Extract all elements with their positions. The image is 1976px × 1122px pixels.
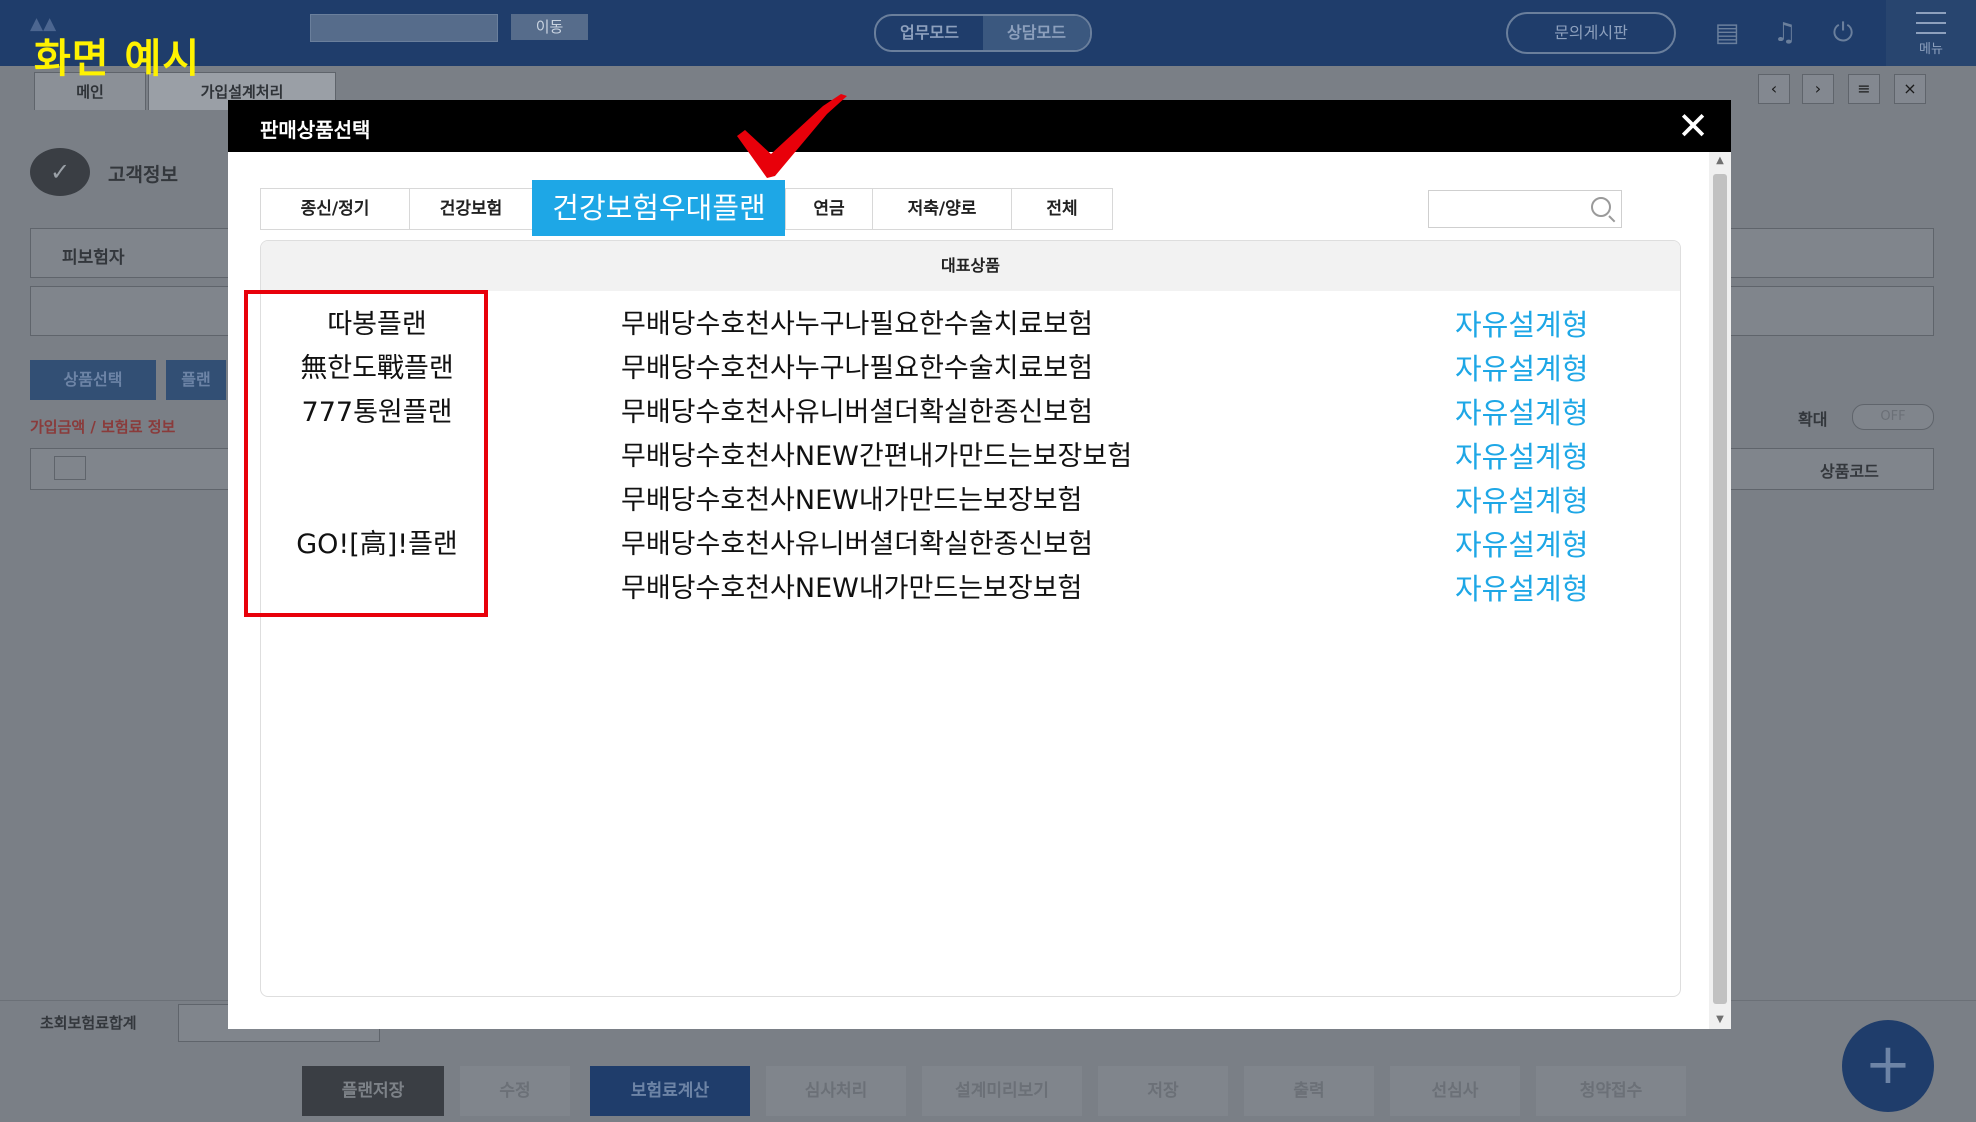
edit-button[interactable]: 수정 bbox=[460, 1066, 570, 1116]
calc-premium-button[interactable]: 보험료계산 bbox=[590, 1066, 750, 1116]
plus-icon[interactable]: + bbox=[1842, 1020, 1934, 1112]
top-bar: ▲▲ 이동 업무모드 상담모드 문의게시판 ▤ ♫ ⏻ 메뉴 bbox=[0, 0, 1976, 66]
plan-highlight-box bbox=[244, 290, 488, 617]
search-icon[interactable] bbox=[1591, 197, 1611, 217]
close-tab-icon[interactable]: × bbox=[1894, 74, 1926, 104]
product-name[interactable]: 무배당수호천사유니버셜더확실한종신보험 bbox=[621, 393, 1093, 433]
category-tabs: 종신/정기 건강보험 건강보험우대플랜 연금 저축/양로 전체 bbox=[260, 180, 1113, 236]
checkmark-annotation-icon bbox=[737, 94, 847, 178]
product-name[interactable]: 무배당수호천사유니버셜더확실한종신보험 bbox=[621, 525, 1093, 565]
product-search-input[interactable] bbox=[1428, 190, 1622, 228]
menu-label: 메뉴 bbox=[1919, 42, 1943, 57]
product-type[interactable]: 자유설계형 bbox=[1455, 349, 1588, 389]
application-submit-button[interactable]: 청약접수 bbox=[1536, 1066, 1686, 1116]
scroll-thumb[interactable] bbox=[1713, 174, 1727, 1004]
product-name[interactable]: 무배당수호천사누구나필요한수술치료보험 bbox=[621, 349, 1093, 389]
save-plan-button[interactable]: 플랜저장 bbox=[302, 1066, 444, 1116]
product-name[interactable]: 무배당수호천사NEW내가만드는보장보험 bbox=[621, 481, 1082, 521]
zoom-label: 확대 bbox=[1798, 410, 1828, 429]
bell-icon[interactable]: ♫ bbox=[1768, 16, 1802, 50]
product-type[interactable]: 자유설계형 bbox=[1455, 525, 1588, 565]
tab-savings[interactable]: 저축/양로 bbox=[872, 188, 1011, 230]
modal-header: 판매상품선택 ✕ bbox=[228, 100, 1731, 152]
product-type[interactable]: 자유설계형 bbox=[1455, 393, 1588, 433]
customer-info-heading: 고객정보 bbox=[108, 164, 178, 186]
amount-info-label: 가입금액 / 보험료 정보 bbox=[30, 418, 176, 436]
list-header: 대표상품 bbox=[261, 241, 1680, 291]
modal-title: 판매상품선택 bbox=[260, 118, 371, 142]
review-button[interactable]: 심사처리 bbox=[766, 1066, 906, 1116]
menu-icon bbox=[1916, 12, 1946, 34]
menu-button[interactable]: 메뉴 bbox=[1886, 0, 1976, 66]
print-button[interactable]: 출력 bbox=[1244, 1066, 1374, 1116]
insured-label: 피보험자 bbox=[62, 248, 125, 268]
power-icon[interactable]: ⏻ bbox=[1826, 16, 1860, 50]
tab-whole-term[interactable]: 종신/정기 bbox=[260, 188, 409, 230]
consult-mode-tab[interactable]: 상담모드 bbox=[983, 16, 1090, 50]
pre-review-button[interactable]: 선심사 bbox=[1390, 1066, 1520, 1116]
calendar-icon[interactable]: ▤ bbox=[1710, 16, 1744, 50]
design-preview-button[interactable]: 설계미리보기 bbox=[922, 1066, 1082, 1116]
modal-scrollbar[interactable]: ▲ ▼ bbox=[1709, 152, 1731, 1029]
tab-all[interactable]: 전체 bbox=[1011, 188, 1113, 230]
product-type[interactable]: 자유설계형 bbox=[1455, 481, 1588, 521]
tab-health-preferred-plan[interactable]: 건강보험우대플랜 bbox=[532, 180, 785, 236]
product-code-header: 상품코드 bbox=[1820, 462, 1879, 481]
scroll-up-icon[interactable]: ▲ bbox=[1709, 152, 1731, 170]
move-input[interactable] bbox=[310, 14, 498, 42]
product-name[interactable]: 무배당수호천사NEW간편내가만드는보장보험 bbox=[621, 437, 1132, 477]
qa-board-button[interactable]: 문의게시판 bbox=[1506, 12, 1676, 54]
store-button[interactable]: 저장 bbox=[1098, 1066, 1228, 1116]
product-select-button[interactable]: 상품선택 bbox=[30, 360, 156, 400]
next-tab-icon[interactable]: › bbox=[1802, 74, 1834, 104]
mode-toggle[interactable]: 업무모드 상담모드 bbox=[874, 14, 1092, 52]
tab-health[interactable]: 건강보험 bbox=[409, 188, 532, 230]
demo-label: 화면 예시 bbox=[34, 36, 201, 82]
move-button[interactable]: 이동 bbox=[511, 14, 588, 40]
product-type[interactable]: 자유설계형 bbox=[1455, 305, 1588, 345]
scroll-down-icon[interactable]: ▼ bbox=[1709, 1011, 1731, 1029]
product-name[interactable]: 무배당수호천사누구나필요한수술치료보험 bbox=[621, 305, 1093, 345]
tab-pension[interactable]: 연금 bbox=[785, 188, 872, 230]
product-type[interactable]: 자유설계형 bbox=[1455, 569, 1588, 609]
zoom-toggle[interactable]: OFF bbox=[1852, 404, 1934, 430]
check-icon: ✓ bbox=[30, 148, 90, 196]
list-tabs-icon[interactable]: ≡ bbox=[1848, 74, 1880, 104]
select-all-checkbox[interactable] bbox=[54, 456, 86, 480]
plan-button[interactable]: 플랜 bbox=[166, 360, 226, 400]
close-icon[interactable]: ✕ bbox=[1673, 106, 1713, 146]
prev-tab-icon[interactable]: ‹ bbox=[1758, 74, 1790, 104]
work-mode-tab[interactable]: 업무모드 bbox=[876, 16, 983, 50]
first-premium-total-label: 초회보험료합계 bbox=[40, 1014, 137, 1032]
product-name[interactable]: 무배당수호천사NEW내가만드는보장보험 bbox=[621, 569, 1082, 609]
product-type[interactable]: 자유설계형 bbox=[1455, 437, 1588, 477]
